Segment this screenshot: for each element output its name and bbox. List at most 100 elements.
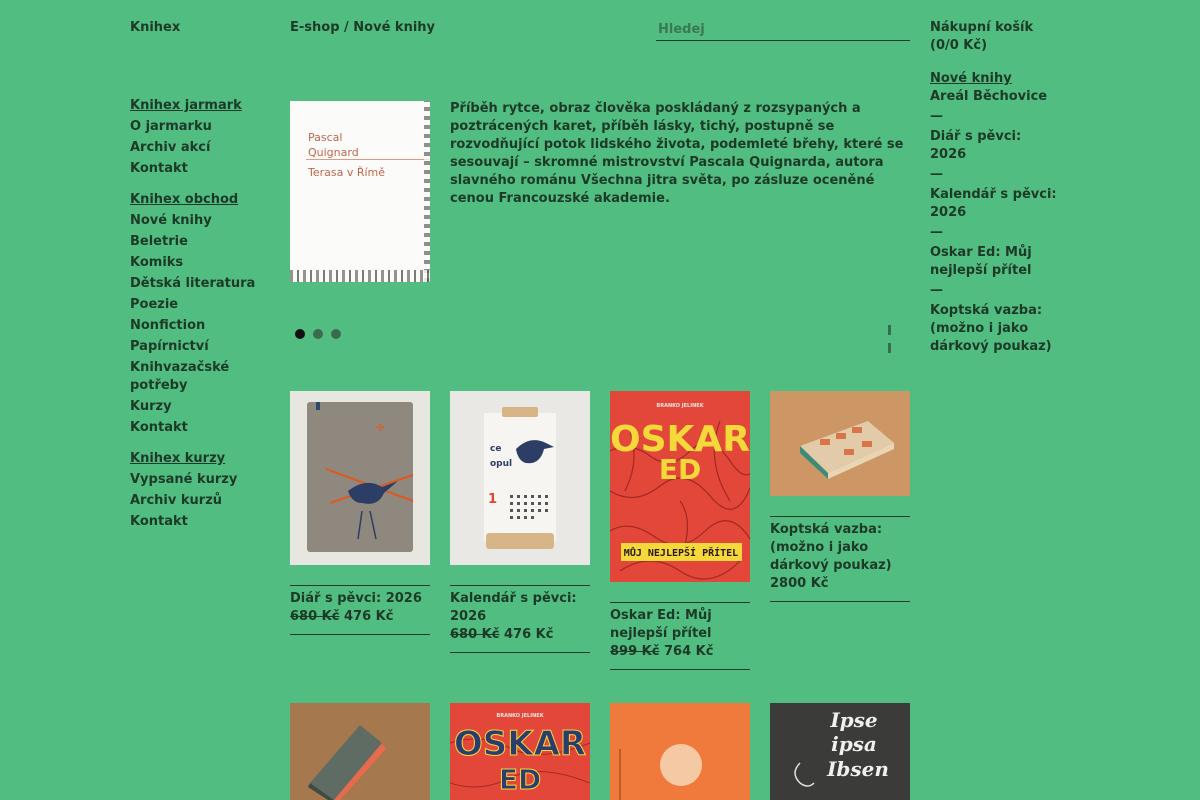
sidebar-nav: Knihex jarmark O jarmarku Archiv akcí Ko… bbox=[130, 97, 270, 544]
nav-item-poezie[interactable]: Poezie bbox=[130, 296, 270, 314]
product-price: 476 Kč bbox=[503, 627, 554, 642]
oskar-cover-author: BRANKO JELINEK bbox=[656, 403, 704, 409]
product-info: Oskar Ed: Můj nejlepší přítel 899 Kč 764… bbox=[610, 602, 750, 670]
nav-item-kurzy[interactable]: Kurzy bbox=[130, 398, 270, 416]
product-card[interactable]: ✣ Diář s pěvci: 2026 680 Kč 476 Kč bbox=[290, 391, 430, 635]
product-price: 476 Kč bbox=[343, 609, 394, 624]
cart-list-item[interactable]: Oskar Ed: Můj nejlepší přítel bbox=[930, 244, 1060, 280]
nav-item-archiv-akci[interactable]: Archiv akcí bbox=[130, 139, 270, 157]
nav-item-vypsane-kurzy[interactable]: Vypsané kurzy bbox=[130, 471, 270, 489]
slider-dot[interactable] bbox=[331, 329, 341, 339]
cover-title: Terasa v Římě bbox=[308, 166, 386, 179]
product-image[interactable] bbox=[770, 391, 910, 496]
product-old-price: 680 Kč bbox=[290, 609, 340, 624]
slider-dots bbox=[295, 327, 349, 345]
product-title[interactable]: Kalendář s pěvci: 2026 bbox=[450, 590, 590, 626]
cart-list: Nové knihy Areál Běchovice — Diář s pěvc… bbox=[930, 70, 1060, 356]
cart-list-item[interactable]: Koptská vazba: (možno i jako dárkový pou… bbox=[930, 302, 1060, 356]
featured-book-cover[interactable]: Pascal Quignard Terasa v Římě bbox=[290, 101, 430, 282]
cart-list-item[interactable]: Diář s pěvci: 2026 bbox=[930, 128, 1060, 164]
nav-head-obchod[interactable]: Knihex obchod bbox=[130, 191, 270, 209]
cart-separator: — bbox=[930, 167, 943, 182]
product-image[interactable]: OSKAR ED MŮJ NEJLEPŠÍ PŘÍTEL BRANKO JELI… bbox=[610, 391, 750, 582]
cart-separator: — bbox=[930, 109, 943, 124]
search-box[interactable] bbox=[656, 18, 910, 41]
nav-item-nove-knihy[interactable]: Nové knihy bbox=[130, 212, 270, 230]
product-info: Diář s pěvci: 2026 680 Kč 476 Kč bbox=[290, 585, 430, 635]
product-old-price: 680 Kč bbox=[450, 627, 500, 642]
product-image[interactable]: ce opul 1 bbox=[450, 391, 590, 565]
product-card[interactable]: BRANKO JELINEK OSKAR ED bbox=[450, 703, 590, 800]
svg-text:opul: opul bbox=[490, 459, 512, 469]
cart-separator: — bbox=[930, 283, 943, 298]
product-title[interactable]: Oskar Ed: Můj nejlepší přítel bbox=[610, 607, 750, 643]
cart-list-head[interactable]: Nové knihy bbox=[930, 70, 1060, 88]
product-price-row: 899 Kč 764 Kč bbox=[610, 643, 750, 661]
breadcrumb[interactable]: E-shop / Nové knihy bbox=[290, 19, 435, 37]
nav-item-o-jarmarku[interactable]: O jarmarku bbox=[130, 118, 270, 136]
svg-text:Ipse: Ipse bbox=[829, 708, 877, 732]
cart-list-item[interactable]: Kalendář s pěvci: 2026 bbox=[930, 186, 1060, 222]
product-price-row: 680 Kč 476 Kč bbox=[450, 626, 590, 644]
nav-item-archiv-kurzu[interactable]: Archiv kurzů bbox=[130, 492, 270, 510]
cart-summary: (0/0 Kč) bbox=[930, 38, 988, 53]
featured-description: Příběh rytce, obraz člověka poskládaný z… bbox=[450, 101, 904, 206]
product-price-row: 680 Kč 476 Kč bbox=[290, 608, 430, 626]
slider-dot[interactable] bbox=[313, 329, 323, 339]
nav-head-kurzy[interactable]: Knihex kurzy bbox=[130, 450, 270, 468]
nav-item-papirnictvi[interactable]: Papírnictví bbox=[130, 338, 270, 356]
cover-edge-texture bbox=[290, 270, 430, 282]
nav-group-kurzy: Knihex kurzy Vypsané kurzy Archiv kurzů … bbox=[130, 450, 270, 531]
svg-text:✣: ✣ bbox=[376, 423, 384, 434]
product-card[interactable]: Koptská vazba: (možno i jako dárkový pou… bbox=[770, 391, 910, 602]
product-title[interactable]: Koptská vazba: (možno i jako dárkový pou… bbox=[770, 521, 910, 575]
product-card[interactable] bbox=[610, 703, 750, 800]
cover-edge-texture bbox=[424, 101, 430, 282]
logo-link[interactable]: Knihex bbox=[130, 19, 180, 37]
product-info: Koptská vazba: (možno i jako dárkový pou… bbox=[770, 516, 910, 602]
pause-icon[interactable] bbox=[888, 323, 897, 353]
nav-item-kontakt[interactable]: Kontakt bbox=[130, 160, 270, 178]
nav-item-detska-literatura[interactable]: Dětská literatura bbox=[130, 275, 270, 293]
oskar-cover-author: BRANKO JELINEK bbox=[496, 713, 544, 719]
product-price: 2800 Kč bbox=[770, 576, 829, 591]
product-card[interactable] bbox=[290, 703, 430, 800]
oskar-cover-word: ED bbox=[499, 763, 541, 796]
product-image[interactable] bbox=[610, 703, 750, 800]
product-card[interactable]: Ipse ipsa Ibsen bbox=[770, 703, 910, 800]
product-image[interactable]: Ipse ipsa Ibsen bbox=[770, 703, 910, 800]
nav-item-knihvazacske-potreby[interactable]: Knihvazačské potřeby bbox=[130, 359, 270, 395]
nav-group-obchod: Knihex obchod Nové knihy Beletrie Komiks… bbox=[130, 191, 270, 437]
nav-item-nonfiction[interactable]: Nonfiction bbox=[130, 317, 270, 335]
nav-item-kontakt[interactable]: Kontakt bbox=[130, 513, 270, 531]
product-old-price: 899 Kč bbox=[610, 644, 660, 659]
slider-dot[interactable] bbox=[295, 329, 305, 339]
product-info: Kalendář s pěvci: 2026 680 Kč 476 Kč bbox=[450, 585, 590, 653]
product-image[interactable] bbox=[290, 703, 430, 800]
search-input[interactable] bbox=[656, 18, 910, 40]
svg-text:1: 1 bbox=[488, 492, 497, 507]
nav-item-komiks[interactable]: Komiks bbox=[130, 254, 270, 272]
product-image[interactable]: BRANKO JELINEK OSKAR ED bbox=[450, 703, 590, 800]
product-price: 764 Kč bbox=[663, 644, 714, 659]
oskar-cover-band: MŮJ NEJLEPŠÍ PŘÍTEL bbox=[624, 546, 738, 559]
nav-item-beletrie[interactable]: Beletrie bbox=[130, 233, 270, 251]
oskar-cover-word: OSKAR bbox=[454, 724, 586, 764]
cover-author: Pascal Quignard bbox=[308, 131, 359, 159]
svg-text:ce: ce bbox=[490, 444, 501, 454]
product-title[interactable]: Diář s pěvci: 2026 bbox=[290, 590, 430, 608]
cart-panel: Nákupní košík (0/0 Kč) Nové knihy Areál … bbox=[930, 19, 1060, 356]
product-image[interactable]: ✣ bbox=[290, 391, 430, 565]
nav-item-kontakt[interactable]: Kontakt bbox=[130, 419, 270, 437]
product-card[interactable]: ce opul 1 Kalendář s pěvci: 2026 680 Kč … bbox=[450, 391, 590, 653]
cart-separator: — bbox=[930, 225, 943, 240]
svg-text:ipsa: ipsa bbox=[831, 732, 877, 756]
oskar-cover-word: ED bbox=[659, 453, 701, 486]
cart-title[interactable]: Nákupní košík bbox=[930, 19, 1060, 37]
nav-group-jarmark: Knihex jarmark O jarmarku Archiv akcí Ko… bbox=[130, 97, 270, 178]
cover-rule bbox=[306, 159, 430, 160]
product-card[interactable]: OSKAR ED MŮJ NEJLEPŠÍ PŘÍTEL BRANKO JELI… bbox=[610, 391, 750, 670]
svg-text:Ibsen: Ibsen bbox=[826, 757, 889, 781]
nav-head-jarmark[interactable]: Knihex jarmark bbox=[130, 97, 270, 115]
cart-list-item[interactable]: Areál Běchovice bbox=[930, 88, 1060, 106]
